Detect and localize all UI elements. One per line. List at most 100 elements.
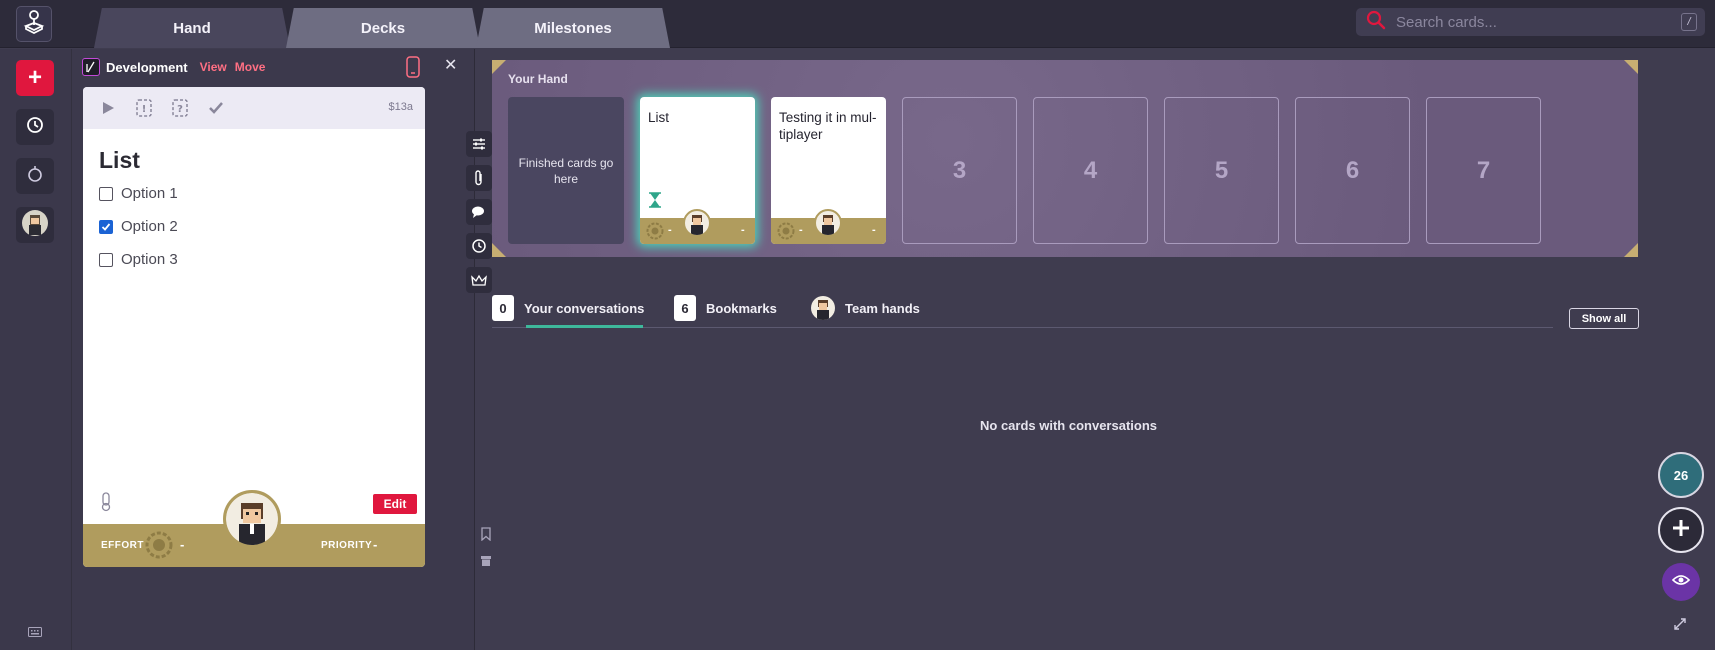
archive-icon[interactable] xyxy=(480,554,492,572)
svg-text:!: ! xyxy=(142,104,147,115)
joystick-icon xyxy=(23,9,45,39)
corner-decoration xyxy=(1624,243,1638,257)
slot-number: 6 xyxy=(1345,156,1360,184)
checkbox[interactable] xyxy=(99,219,113,234)
effort-icon xyxy=(646,222,664,244)
tab-milestones[interactable]: Milestones xyxy=(476,8,670,48)
hand-area: Your Hand Finished cards go here List - … xyxy=(492,60,1638,257)
corner-decoration xyxy=(492,243,506,257)
history-icon[interactable] xyxy=(466,233,492,259)
svg-text:?: ? xyxy=(177,104,183,115)
move-link[interactable]: Move xyxy=(235,60,266,74)
avatar xyxy=(22,209,48,241)
tab-bookmarks[interactable]: 6 Bookmarks xyxy=(674,295,777,321)
checkbox[interactable] xyxy=(99,252,113,267)
card-id: $13a xyxy=(388,101,413,113)
tab-label: Decks xyxy=(360,19,406,37)
card-side-tools xyxy=(466,131,494,301)
bookmark-icon[interactable] xyxy=(480,527,492,546)
thermometer-icon[interactable] xyxy=(99,492,113,517)
search-icon xyxy=(1366,10,1386,35)
plus-icon: + xyxy=(27,64,42,91)
search-input[interactable] xyxy=(1396,13,1666,31)
card-title: List xyxy=(99,147,140,173)
empty-hand-slot[interactable]: 5 xyxy=(1164,97,1279,244)
hand-card[interactable]: List - - xyxy=(640,97,755,244)
expand-icon[interactable] xyxy=(1674,617,1686,635)
crown-icon[interactable] xyxy=(466,267,492,293)
checklist-item[interactable]: Option 3 xyxy=(99,251,178,268)
slot-number: 3 xyxy=(952,156,967,184)
history-icon xyxy=(26,116,44,139)
create-card-button[interactable]: + xyxy=(16,60,54,96)
hand-card[interactable]: Testing it in mul-tiplayer - - xyxy=(771,97,886,244)
user-level-badge[interactable]: 26 xyxy=(1658,452,1704,498)
corner-decoration xyxy=(492,60,506,74)
assignee-avatar[interactable] xyxy=(223,490,281,548)
finished-cards-slot[interactable]: Finished cards go here xyxy=(508,97,624,244)
user-avatar-button[interactable] xyxy=(16,207,54,243)
view-link[interactable]: View xyxy=(200,60,227,74)
edit-button[interactable]: Edit xyxy=(373,494,417,514)
check-icon[interactable] xyxy=(207,99,225,117)
priority-value[interactable]: - xyxy=(373,537,377,552)
question-icon[interactable]: ? xyxy=(171,99,189,117)
tab-decks[interactable]: Decks xyxy=(286,8,480,48)
checklist-label: Option 1 xyxy=(121,185,178,202)
tab-label: Your conversations xyxy=(524,300,645,316)
search-bar: / xyxy=(1356,8,1705,36)
effort-label: EFFORT xyxy=(101,540,144,551)
deck-icon xyxy=(82,58,100,76)
corner-decoration xyxy=(1624,60,1638,74)
drop-button[interactable] xyxy=(16,158,54,194)
level-number: 26 xyxy=(1673,467,1689,483)
checklist-item[interactable]: Option 1 xyxy=(99,185,178,202)
hand-card-title: List xyxy=(648,110,670,125)
tab-team-hands[interactable]: Team hands xyxy=(811,296,920,320)
drop-icon xyxy=(27,165,43,188)
tab-hand[interactable]: Hand xyxy=(94,8,290,48)
slot-number: 4 xyxy=(1083,156,1098,184)
panel-header: Development View Move xyxy=(82,57,265,77)
keyboard-icon[interactable] xyxy=(28,624,42,642)
checklist-label: Option 2 xyxy=(121,218,178,235)
empty-hand-slot[interactable]: 6 xyxy=(1295,97,1410,244)
close-icon[interactable]: ✕ xyxy=(444,55,457,75)
tab-your-conversations[interactable]: 0 Your conversations xyxy=(492,295,644,321)
comments-icon[interactable] xyxy=(466,199,492,225)
effort-value: - xyxy=(180,537,185,552)
paperclip-icon[interactable] xyxy=(466,165,492,191)
slot-number: 7 xyxy=(1476,156,1491,184)
hand-title: Your Hand xyxy=(508,72,568,86)
empty-hand-slot[interactable]: 3 xyxy=(902,97,1017,244)
search-shortcut-key: / xyxy=(1681,13,1697,31)
history-button[interactable] xyxy=(16,109,54,145)
slot-number: 5 xyxy=(1214,156,1229,184)
card: ! ? $13a List Option 1 Option 2 Option 3 xyxy=(83,87,425,567)
checkbox[interactable] xyxy=(99,186,113,201)
deck-name[interactable]: Development xyxy=(106,60,188,75)
card-toolbar: ! ? $13a xyxy=(83,87,425,129)
effort-icon[interactable] xyxy=(145,531,173,564)
top-bar: Hand Decks Milestones / xyxy=(0,0,1715,48)
eye-icon xyxy=(1671,573,1691,591)
empty-hand-slot[interactable]: 4 xyxy=(1033,97,1148,244)
conversation-tabs: 0 Your conversations 6 Bookmarks Team ha… xyxy=(492,295,1553,328)
hand-card-effort: - xyxy=(799,224,803,236)
tab-label: Milestones xyxy=(534,19,612,37)
add-button[interactable] xyxy=(1658,507,1704,553)
checklist-item[interactable]: Option 2 xyxy=(99,218,178,235)
sliders-icon[interactable] xyxy=(466,131,492,157)
hand-card-priority: - xyxy=(741,224,745,236)
app-logo[interactable] xyxy=(16,6,52,42)
hourglass-icon xyxy=(649,192,661,213)
visibility-button[interactable] xyxy=(1662,563,1700,601)
count-badge: 0 xyxy=(492,295,514,321)
hand-card-effort: - xyxy=(668,224,672,236)
empty-hand-slot[interactable]: 7 xyxy=(1426,97,1541,244)
show-all-button[interactable]: Show all xyxy=(1569,308,1639,329)
phone-icon[interactable] xyxy=(406,56,420,83)
empty-state-message: No cards with conversations xyxy=(980,418,1157,433)
play-icon[interactable] xyxy=(99,99,117,117)
alert-icon[interactable]: ! xyxy=(135,99,153,117)
